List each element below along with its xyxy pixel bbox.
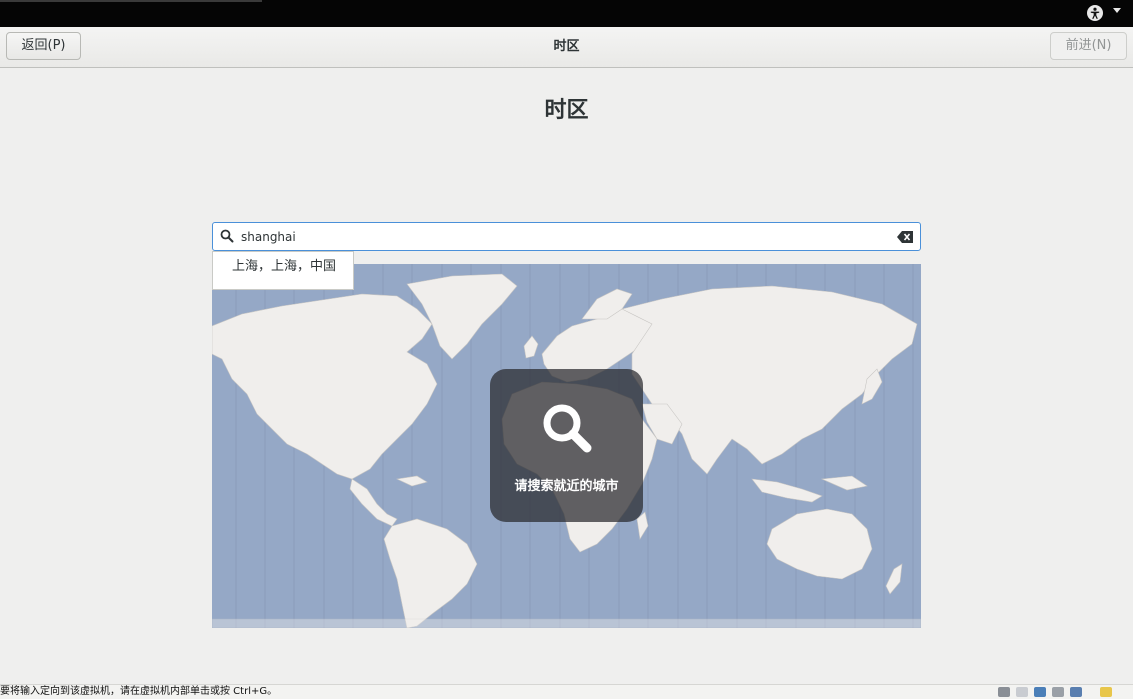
- clear-icon[interactable]: [897, 231, 913, 243]
- search-icon: [220, 229, 234, 243]
- vm-status-bar: 要将输入定向到该虚拟机，请在虚拟机内部单击或按 Ctrl+G。: [0, 684, 1133, 699]
- top-system-bar: [0, 0, 1133, 28]
- header-title: 时区: [553, 39, 580, 54]
- window-tab-strip: [0, 0, 262, 2]
- page-title: 时区: [544, 98, 589, 123]
- overlay-hint-text: 请搜索就近的城市: [514, 479, 619, 494]
- magnifier-icon: [543, 404, 592, 453]
- accessibility-icon[interactable]: [1087, 5, 1103, 21]
- network-icon[interactable]: [1034, 687, 1046, 697]
- next-button[interactable]: 前进(N): [1050, 32, 1127, 60]
- suggestion-item[interactable]: 上海，上海，中国: [213, 255, 355, 274]
- search-input[interactable]: [241, 226, 881, 248]
- status-text: 要将输入定向到该虚拟机，请在虚拟机内部单击或按 Ctrl+G。: [0, 686, 278, 697]
- hard-disk-icon[interactable]: [998, 687, 1010, 697]
- chevron-down-icon[interactable]: [1113, 8, 1121, 13]
- message-icon[interactable]: [1100, 687, 1112, 697]
- search-hint-overlay: 请搜索就近的城市: [490, 369, 643, 522]
- search-field[interactable]: [212, 222, 921, 251]
- printer-icon[interactable]: [1052, 687, 1064, 697]
- header-bar: 返回(P) 时区 前进(N): [0, 27, 1133, 68]
- search-suggestions: 上海，上海，中国: [212, 251, 354, 290]
- cdrom-icon[interactable]: [1016, 687, 1028, 697]
- sound-icon[interactable]: [1070, 687, 1082, 697]
